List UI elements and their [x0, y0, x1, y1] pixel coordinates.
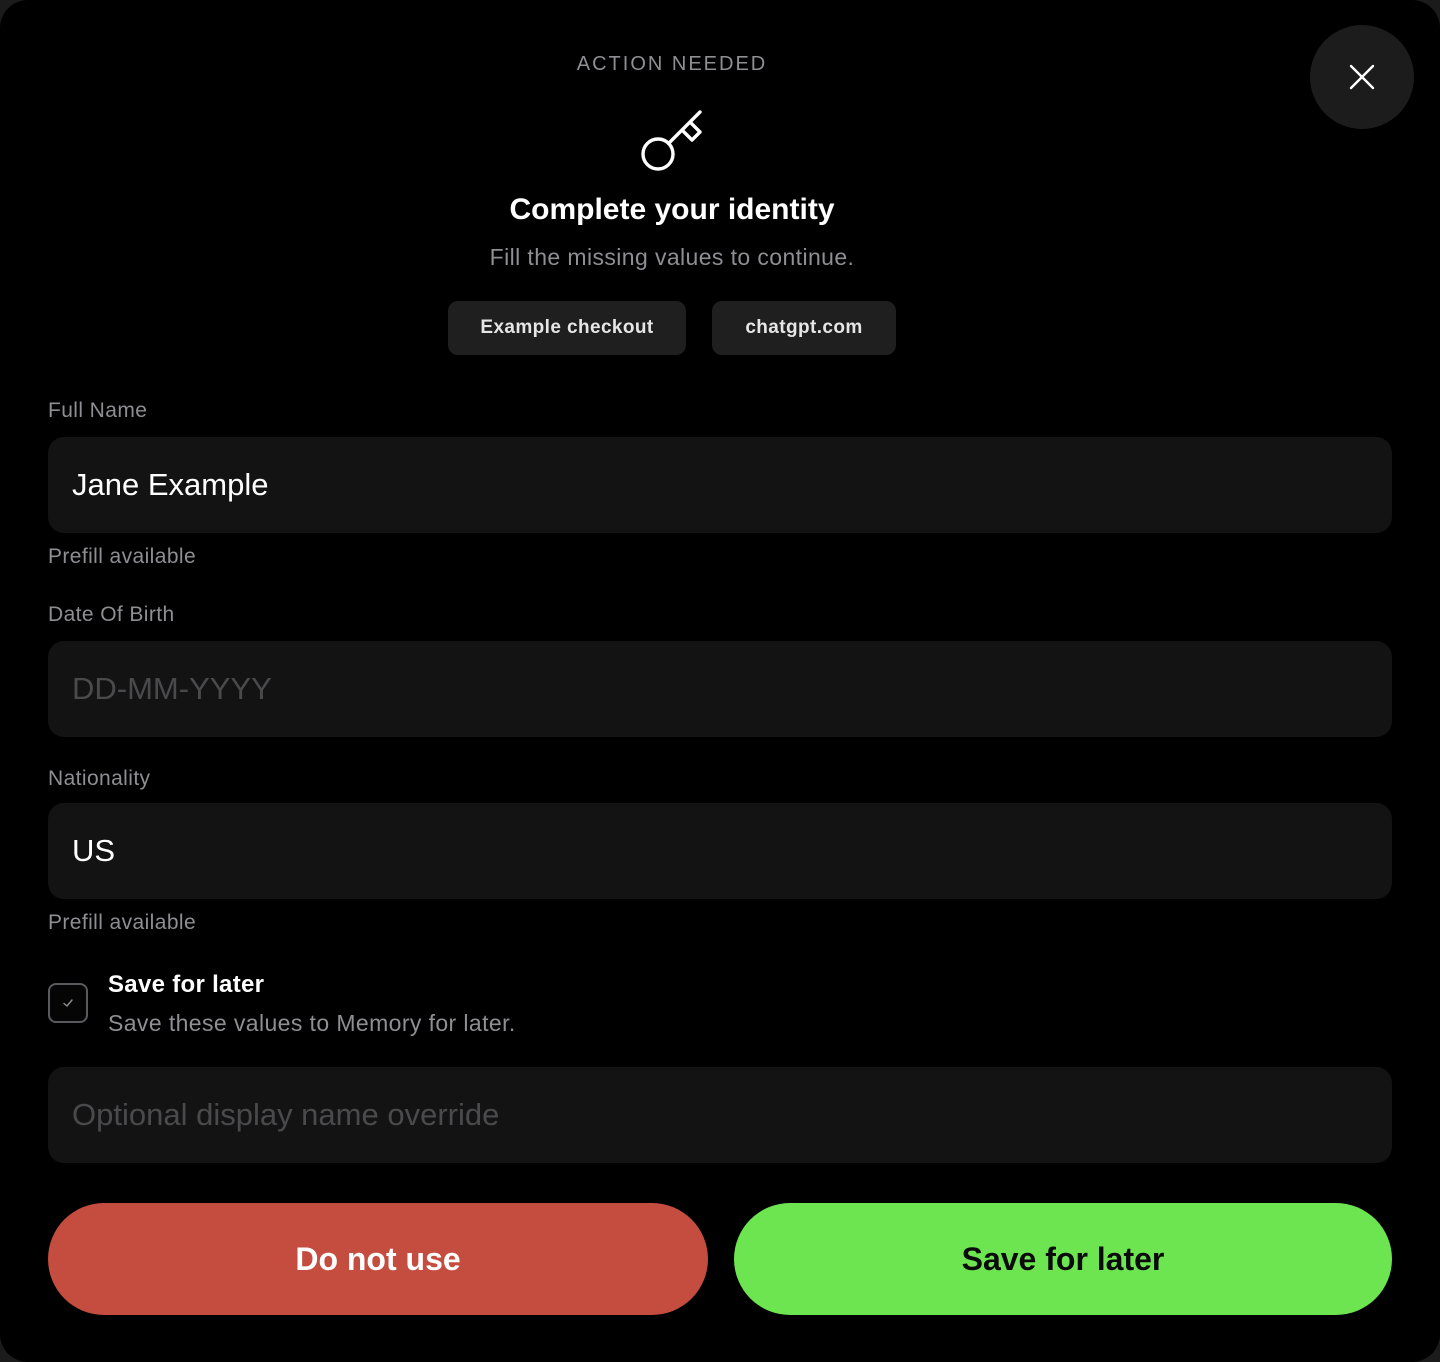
- page-title: Complete your identity: [509, 193, 835, 226]
- dob-label: Date Of Birth: [48, 603, 175, 626]
- do-not-use-button[interactable]: Do not use: [48, 1203, 708, 1315]
- nationality-input[interactable]: [48, 803, 1392, 899]
- display-name-override-input[interactable]: [48, 1067, 1392, 1163]
- nationality-label: Nationality: [48, 767, 151, 790]
- checkmark-icon: [63, 999, 73, 1007]
- nationality-helper: Prefill available: [48, 911, 197, 934]
- full-name-helper: Prefill available: [48, 545, 197, 568]
- close-icon: [1349, 64, 1375, 90]
- key-icon: [641, 110, 702, 171]
- save-for-later-title: Save for later: [108, 971, 265, 998]
- source-chip-domain: chatgpt.com: [712, 301, 896, 355]
- full-name-label: Full Name: [48, 399, 148, 422]
- eyebrow-label: ACTION NEEDED: [576, 53, 768, 75]
- save-for-later-checkbox[interactable]: [48, 983, 88, 1023]
- save-for-later-description: Save these values to Memory for later.: [108, 1010, 516, 1036]
- dob-input[interactable]: [48, 641, 1392, 737]
- full-name-input[interactable]: [48, 437, 1392, 533]
- save-for-later-button[interactable]: Save for later: [734, 1203, 1392, 1315]
- source-chip-checkout: Example checkout: [448, 301, 686, 355]
- page-subtitle: Fill the missing values to continue.: [489, 244, 855, 270]
- identity-modal: ACTION NEEDED Complete your identity Fil…: [0, 0, 1440, 1362]
